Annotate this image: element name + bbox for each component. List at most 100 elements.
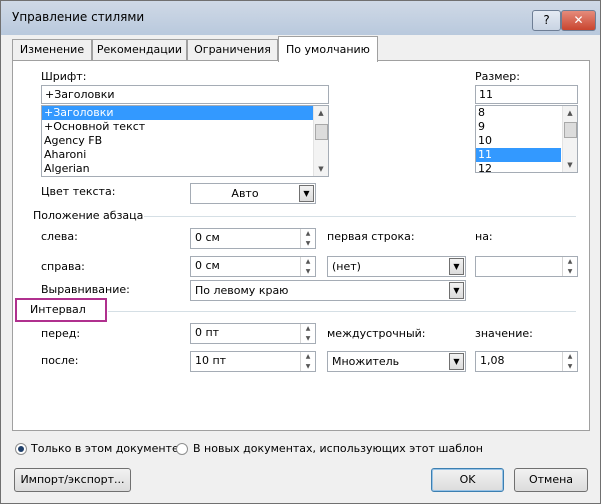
chevron-down-icon[interactable]: ▼ — [299, 185, 314, 202]
space-before-spinner[interactable]: 0 пт ▲ ▼ — [190, 323, 316, 344]
spin-up-icon[interactable]: ▲ — [563, 257, 577, 266]
help-icon: ? — [543, 13, 550, 27]
font-list[interactable]: +Заголовки +Основной текст Agency FB Aha… — [41, 105, 329, 177]
indent-left-spinner[interactable]: 0 см ▲ ▼ — [190, 228, 316, 249]
spinner-buttons[interactable]: ▲ ▼ — [562, 352, 577, 371]
cancel-button[interactable]: Отмена — [514, 468, 588, 492]
close-icon: ✕ — [573, 13, 584, 27]
space-before-label: перед: — [41, 327, 81, 340]
tab-label: По умолчанию — [286, 43, 370, 56]
indent-right-spinner[interactable]: 0 см ▲ ▼ — [190, 256, 316, 277]
at-spinner[interactable]: 1,08 ▲ ▼ — [475, 351, 578, 372]
space-after-label: после: — [41, 354, 79, 367]
spin-down-icon[interactable]: ▼ — [563, 362, 577, 371]
alignment-value: По левому краю — [195, 284, 289, 297]
spacing-section-highlight: Интервал — [15, 298, 107, 322]
size-list-scrollbar[interactable]: ▲ ▼ — [562, 106, 577, 172]
line-spacing-label: междустрочный: — [327, 327, 426, 340]
tab-set-defaults[interactable]: По умолчанию — [278, 36, 378, 62]
size-input-value: 11 — [479, 88, 493, 101]
tab-recommend[interactable]: Рекомендации — [92, 39, 187, 60]
spinner-buttons[interactable]: ▲ ▼ — [300, 324, 315, 343]
spin-down-icon[interactable]: ▼ — [301, 334, 315, 343]
text-color-label: Цвет текста: — [41, 185, 116, 198]
space-after-spinner[interactable]: 10 пт ▲ ▼ — [190, 351, 316, 372]
by-spinner[interactable]: ▲ ▼ — [475, 256, 578, 277]
scroll-down-icon[interactable]: ▼ — [563, 158, 577, 172]
indent-right-value: 0 см — [195, 259, 220, 272]
size-list[interactable]: 8 9 10 11 12 ▲ ▼ — [475, 105, 578, 173]
spacing-section-title: Интервал — [30, 303, 86, 316]
indent-left-value: 0 см — [195, 231, 220, 244]
spin-up-icon[interactable]: ▲ — [563, 352, 577, 361]
spin-up-icon[interactable]: ▲ — [301, 257, 315, 266]
new-documents-label[interactable]: В новых документах, использующих этот ша… — [193, 442, 483, 455]
font-label: Шрифт: — [41, 70, 87, 83]
at-value: 1,08 — [480, 354, 505, 367]
size-label: Размер: — [475, 70, 520, 83]
title-bar[interactable]: Управление стилями ? ✕ — [1, 1, 600, 35]
by-label: на: — [475, 230, 493, 243]
spin-down-icon[interactable]: ▼ — [301, 362, 315, 371]
font-list-item[interactable]: Aharoni — [42, 148, 328, 162]
import-export-button[interactable]: Импорт/экспорт... — [14, 468, 131, 492]
this-document-label[interactable]: Только в этом документе — [31, 442, 179, 455]
scroll-down-icon[interactable]: ▼ — [314, 162, 328, 176]
alignment-label: Выравнивание: — [41, 283, 130, 296]
spin-down-icon[interactable]: ▼ — [301, 267, 315, 276]
first-line-label: первая строка: — [327, 230, 415, 243]
text-color-value: Авто — [231, 187, 259, 200]
chevron-down-icon[interactable]: ▼ — [449, 282, 464, 299]
section-divider — [144, 216, 576, 217]
space-after-value: 10 пт — [195, 354, 227, 367]
spinner-buttons[interactable]: ▲ ▼ — [300, 229, 315, 248]
spinner-buttons[interactable]: ▲ ▼ — [300, 257, 315, 276]
alignment-select[interactable]: По левому краю ▼ — [190, 280, 466, 301]
chevron-down-icon[interactable]: ▼ — [449, 258, 464, 275]
scrollbar-thumb[interactable] — [315, 124, 328, 140]
scroll-up-icon[interactable]: ▲ — [563, 106, 577, 120]
size-list-item[interactable]: 11 — [476, 148, 561, 162]
font-list-scrollbar[interactable]: ▲ ▼ — [313, 106, 328, 176]
font-input[interactable]: +Заголовки — [41, 85, 329, 104]
window-title: Управление стилями — [12, 10, 145, 24]
manage-styles-dialog: Управление стилями ? ✕ Изменение Рекомен… — [0, 0, 601, 504]
chevron-down-icon[interactable]: ▼ — [449, 353, 464, 370]
section-divider — [108, 311, 576, 312]
spin-down-icon[interactable]: ▼ — [563, 267, 577, 276]
spinner-buttons[interactable]: ▲ ▼ — [562, 257, 577, 276]
spin-up-icon[interactable]: ▲ — [301, 229, 315, 238]
spin-up-icon[interactable]: ▲ — [301, 352, 315, 361]
radio-selected-dot — [18, 446, 24, 452]
line-spacing-select[interactable]: Множитель ▼ — [327, 351, 466, 372]
paragraph-section-title: Положение абзаца — [33, 209, 144, 222]
line-spacing-value: Множитель — [332, 355, 400, 368]
font-list-item[interactable]: +Основной текст — [42, 120, 328, 134]
spin-up-icon[interactable]: ▲ — [301, 324, 315, 333]
font-list-item[interactable]: +Заголовки — [42, 106, 328, 120]
text-color-select[interactable]: Авто ▼ — [190, 183, 316, 204]
tab-label: Ограничения — [194, 43, 271, 56]
indent-right-label: справа: — [41, 260, 85, 273]
scroll-up-icon[interactable]: ▲ — [314, 106, 328, 120]
spin-down-icon[interactable]: ▼ — [301, 239, 315, 248]
this-document-radio[interactable] — [15, 443, 27, 455]
tab-restrict[interactable]: Ограничения — [187, 39, 278, 60]
space-before-value: 0 пт — [195, 326, 220, 339]
spinner-buttons[interactable]: ▲ ▼ — [300, 352, 315, 371]
first-line-value: (нет) — [332, 260, 361, 273]
help-button[interactable]: ? — [532, 10, 561, 31]
tab-modify[interactable]: Изменение — [12, 39, 92, 60]
tab-label: Изменение — [19, 43, 85, 56]
indent-left-label: слева: — [41, 230, 78, 243]
new-documents-radio[interactable] — [176, 443, 188, 455]
font-list-item[interactable]: Algerian — [42, 162, 328, 176]
first-line-select[interactable]: (нет) ▼ — [327, 256, 466, 277]
scrollbar-thumb[interactable] — [564, 122, 577, 138]
tab-panel-defaults: Шрифт: +Заголовки +Заголовки +Основной т… — [12, 60, 590, 431]
font-list-item[interactable]: Agency FB — [42, 134, 328, 148]
size-input[interactable]: 11 — [475, 85, 578, 104]
font-input-value: +Заголовки — [45, 88, 115, 101]
ok-button[interactable]: OK — [431, 468, 504, 492]
close-button[interactable]: ✕ — [561, 10, 596, 31]
